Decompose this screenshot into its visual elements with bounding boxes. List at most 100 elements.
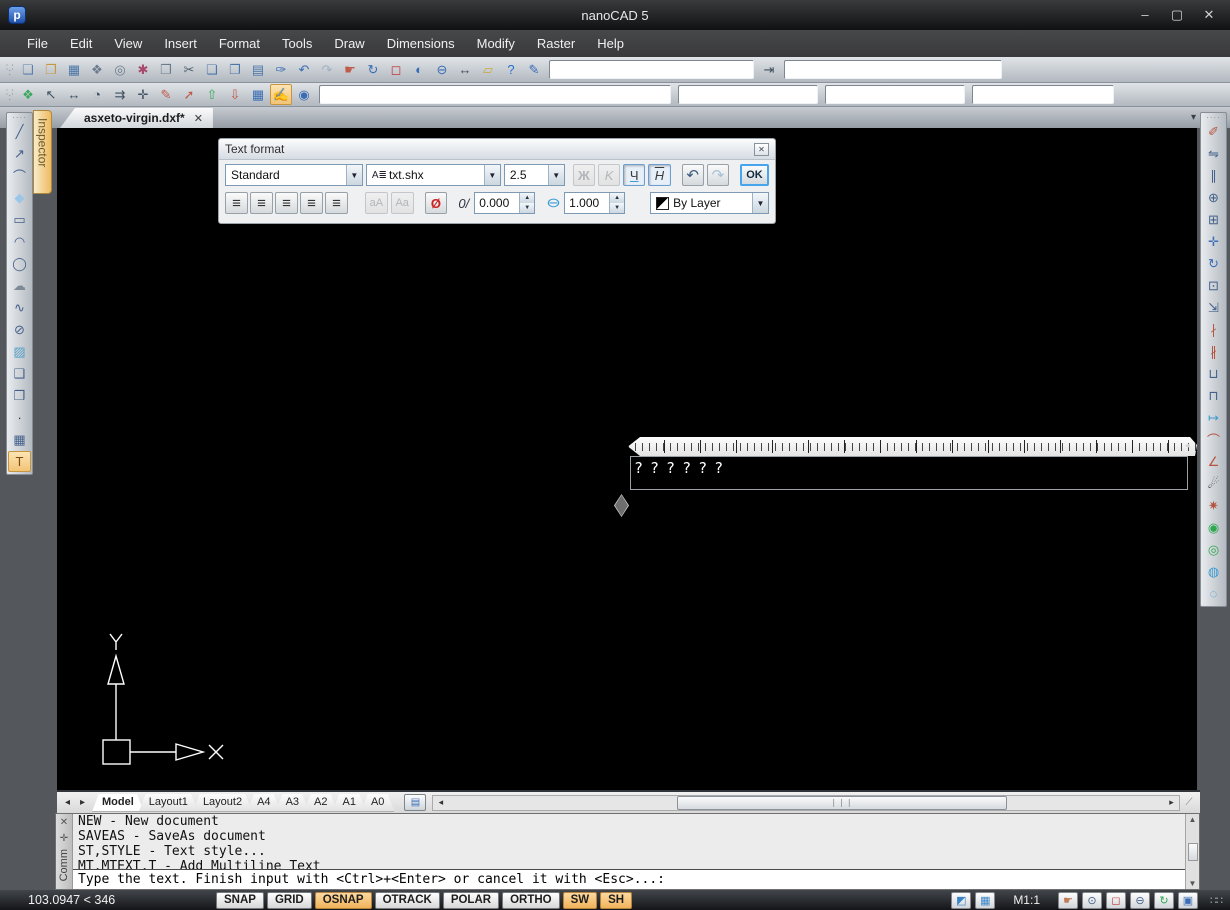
modify-tool-button[interactable]: ∦ bbox=[1202, 341, 1225, 362]
horizontal-scrollbar[interactable]: ◂ ❘❘❘ ▸ bbox=[432, 795, 1180, 811]
modify-tool-button[interactable]: ✐ bbox=[1202, 121, 1225, 142]
draw-tool-button[interactable]: ▦ bbox=[8, 429, 31, 450]
spin-up-icon[interactable]: ▲ bbox=[520, 193, 534, 203]
toolbar-button[interactable]: ◻ bbox=[385, 59, 407, 80]
toolbar-button[interactable]: ✛ bbox=[132, 84, 154, 105]
draw-tool-button[interactable]: ▭ bbox=[8, 209, 31, 230]
draw-tool-button[interactable]: ⌒ bbox=[8, 165, 31, 186]
menu-item[interactable]: Format bbox=[208, 32, 271, 55]
toolbar-button[interactable]: ❒ bbox=[155, 59, 177, 80]
status-icon-button[interactable]: ☛ bbox=[1058, 892, 1078, 909]
toolbar-button[interactable]: ☛ bbox=[339, 59, 361, 80]
toolbar-button[interactable]: ⇧ bbox=[201, 84, 223, 105]
toolbar-button[interactable]: ▦ bbox=[63, 59, 85, 80]
scroll-down-icon[interactable]: ▼ bbox=[1189, 879, 1197, 888]
chevron-down-icon[interactable]: ▼ bbox=[484, 165, 500, 185]
draw-tool-button[interactable]: ↗ bbox=[8, 143, 31, 164]
sheet-tab[interactable]: Layout1 bbox=[139, 794, 198, 812]
sheet-tab[interactable]: Layout2 bbox=[193, 794, 252, 812]
align-button[interactable]: ≡ bbox=[225, 192, 248, 214]
modify-tool-button[interactable]: ⇋ bbox=[1202, 143, 1225, 164]
modify-tool-button[interactable]: ◌ bbox=[1202, 583, 1225, 604]
sheet-manager-icon[interactable]: ▤ bbox=[404, 794, 426, 811]
mode-toggle-button[interactable]: POLAR bbox=[443, 892, 499, 909]
toolbar-button[interactable]: ▦ bbox=[247, 84, 269, 105]
command-history[interactable]: NEW - New documentSAVEAS - SaveAs docume… bbox=[73, 814, 1185, 869]
align-button[interactable]: ≡ bbox=[275, 192, 298, 214]
draw-tool-button[interactable]: ▨ bbox=[8, 341, 31, 362]
toolbar-grip[interactable]: ⸪⸪ bbox=[6, 66, 14, 74]
toolbar-button[interactable]: ⊖ bbox=[431, 59, 453, 80]
modify-tool-button[interactable]: ⊓ bbox=[1202, 385, 1225, 406]
sheet-tab[interactable]: Model bbox=[92, 794, 144, 812]
toolbar-button[interactable]: ◐ bbox=[408, 59, 430, 80]
toolbar-button[interactable]: ❏ bbox=[17, 59, 39, 80]
toolbar-combo-2[interactable] bbox=[784, 60, 1002, 79]
modify-tool-button[interactable]: ⊕ bbox=[1202, 187, 1225, 208]
toolbar-grip[interactable]: ···· bbox=[1206, 115, 1221, 120]
draw-tool-button[interactable]: ❑ bbox=[8, 363, 31, 384]
ok-button[interactable]: OK bbox=[740, 164, 769, 186]
toolbar-combo-6[interactable] bbox=[972, 85, 1114, 104]
uppercase-button[interactable]: aA bbox=[365, 192, 388, 214]
modify-tool-button[interactable]: ◎ bbox=[1202, 539, 1225, 560]
toolbar-button[interactable]: ⇩ bbox=[224, 84, 246, 105]
draw-tool-button[interactable]: ◠ bbox=[8, 231, 31, 252]
mode-toggle-button[interactable]: OSNAP bbox=[315, 892, 372, 909]
mtext-drag-handle[interactable] bbox=[614, 494, 629, 517]
modify-tool-button[interactable]: ∥ bbox=[1202, 165, 1225, 186]
modify-tool-button[interactable]: ⊔ bbox=[1202, 363, 1225, 384]
draw-tool-button[interactable]: T bbox=[8, 451, 31, 472]
sheet-tab[interactable]: A0 bbox=[361, 794, 394, 812]
mtext-ruler[interactable] bbox=[628, 437, 1197, 456]
status-icon-button[interactable]: ◻ bbox=[1106, 892, 1126, 909]
modify-tool-button[interactable]: ⊞ bbox=[1202, 209, 1225, 230]
redo-button[interactable]: ↷ bbox=[707, 164, 729, 186]
toolbar-button[interactable]: ✂ bbox=[178, 59, 200, 80]
tab-overflow-icon[interactable]: ▾ bbox=[1191, 112, 1196, 123]
oblique-angle-spinner[interactable]: 0.000 ▲▼ bbox=[474, 192, 535, 214]
close-button[interactable]: ✕ bbox=[1200, 7, 1218, 23]
toolbar-button[interactable]: ◎ bbox=[109, 59, 131, 80]
insert-symbol-button[interactable]: Ø bbox=[425, 192, 448, 214]
sheet-tab[interactable]: A4 bbox=[247, 794, 280, 812]
minimize-button[interactable]: – bbox=[1136, 7, 1154, 23]
toolbar-grip[interactable]: ···· bbox=[12, 115, 27, 120]
ruler-width-marker-icon[interactable]: ◂ bbox=[1185, 440, 1190, 451]
align-button[interactable]: ≡ bbox=[250, 192, 273, 214]
tracking-spinner[interactable]: 1.000 ▲▼ bbox=[564, 192, 625, 214]
mode-toggle-button[interactable]: SW bbox=[563, 892, 598, 909]
lowercase-button[interactable]: Aa bbox=[391, 192, 414, 214]
toolbar-button[interactable]: ✎ bbox=[155, 84, 177, 105]
bold-button[interactable]: Ж bbox=[573, 164, 595, 186]
toolbar-button[interactable]: ↔ bbox=[454, 59, 476, 80]
status-icon-button[interactable]: ⊙ bbox=[1082, 892, 1102, 909]
command-input[interactable]: Type the text. Finish input with <Ctrl>+… bbox=[73, 869, 1185, 889]
close-icon[interactable]: ✕ bbox=[60, 817, 68, 828]
text-height-combo[interactable]: 2.5 ▼ bbox=[504, 164, 565, 186]
menu-item[interactable]: Dimensions bbox=[376, 32, 466, 55]
titlebar[interactable]: p nanoCAD 5 – ▢ ✕ bbox=[0, 0, 1230, 30]
mode-toggle-button[interactable]: SNAP bbox=[216, 892, 264, 909]
chevron-down-icon[interactable]: ▼ bbox=[346, 165, 362, 185]
toolbar-button[interactable]: ↻ bbox=[362, 59, 384, 80]
modify-tool-button[interactable]: ⊡ bbox=[1202, 275, 1225, 296]
toolbar-button[interactable]: ⇉ bbox=[109, 84, 131, 105]
draw-tool-button[interactable]: ◯ bbox=[8, 253, 31, 274]
toolbar-combo-1[interactable] bbox=[549, 60, 754, 79]
modify-tool-button[interactable]: ◍ bbox=[1202, 561, 1225, 582]
toolbar-button[interactable]: ❖ bbox=[17, 84, 39, 105]
mode-toggle-button[interactable]: ORTHO bbox=[502, 892, 560, 909]
toolbar-button[interactable]: ❐ bbox=[40, 59, 62, 80]
menu-item[interactable]: Modify bbox=[466, 32, 526, 55]
toolbar-button[interactable]: ❖ bbox=[86, 59, 108, 80]
dialog-close-icon[interactable]: ✕ bbox=[754, 143, 769, 156]
draw-tool-button[interactable]: ☁ bbox=[8, 275, 31, 296]
menu-item[interactable]: Edit bbox=[59, 32, 103, 55]
menu-item[interactable]: Tools bbox=[271, 32, 323, 55]
mode-toggle-button[interactable]: SH bbox=[600, 892, 632, 909]
toolbar-combo-5[interactable] bbox=[825, 85, 965, 104]
scroll-right-icon[interactable]: ▸ bbox=[1164, 797, 1179, 808]
toolbar-combo-4[interactable] bbox=[678, 85, 818, 104]
dim-style-copy-icon[interactable]: ⇥ bbox=[758, 59, 780, 80]
